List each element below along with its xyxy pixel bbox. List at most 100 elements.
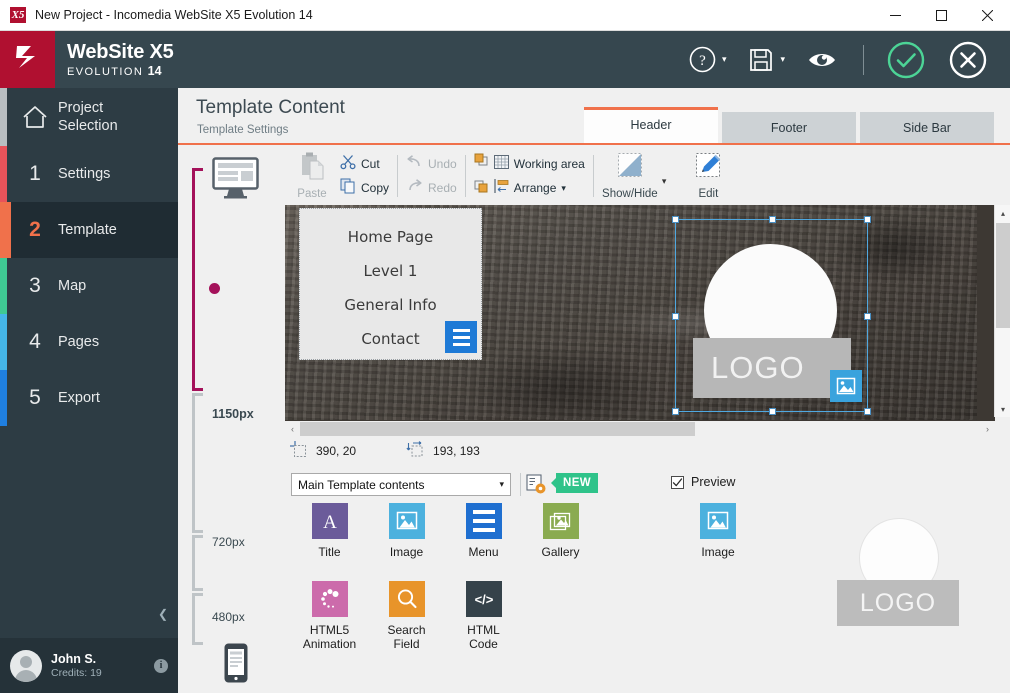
hamburger-menu-icon[interactable] <box>445 321 477 353</box>
widget-menu[interactable]: Menu <box>445 503 522 559</box>
scissors-icon <box>340 154 356 175</box>
canvas-vertical-scrollbar[interactable]: ▴ ▾ <box>994 205 1010 417</box>
undo-button[interactable]: Undo <box>406 155 457 174</box>
sidebar-item-export[interactable]: 5 Export <box>0 370 178 426</box>
breakpoint-handle[interactable] <box>209 283 220 294</box>
step-number: 3 <box>12 274 58 298</box>
paste-button[interactable]: Paste <box>284 152 340 200</box>
cut-button[interactable]: Cut <box>340 155 389 174</box>
maximize-button[interactable] <box>918 0 964 31</box>
menu-item-general-info[interactable]: General Info <box>344 296 436 314</box>
redo-label: Redo <box>428 181 457 195</box>
preview-checkbox[interactable] <box>671 476 684 489</box>
widget-image[interactable]: Image <box>368 503 445 559</box>
send-back-icon[interactable] <box>474 180 491 200</box>
widget-gallery[interactable]: Gallery <box>522 503 599 559</box>
user-credits: Credits: 19 <box>51 667 102 679</box>
confirm-button[interactable] <box>886 40 926 80</box>
arrange-button[interactable]: Arrange ▾ <box>494 179 585 198</box>
scroll-up-button[interactable]: ▴ <box>995 205 1010 221</box>
close-button[interactable] <box>964 0 1010 31</box>
grid-icon <box>494 155 509 174</box>
resize-handle-w[interactable] <box>672 313 679 320</box>
content-settings-icon[interactable] <box>526 474 547 500</box>
close-circle-icon <box>948 40 988 80</box>
info-icon[interactable]: i <box>154 659 168 673</box>
image-icon[interactable] <box>830 370 862 402</box>
collapse-sidebar-button[interactable]: ❮ <box>158 607 168 621</box>
logo-preview-text: LOGO <box>860 589 936 618</box>
user-name: John S. <box>51 652 102 666</box>
copy-button[interactable]: Copy <box>340 179 389 198</box>
widget-title[interactable]: A Title <box>291 503 368 559</box>
half-square-icon <box>615 152 645 185</box>
scroll-right-button[interactable]: › <box>980 421 995 437</box>
tab-header[interactable]: Header <box>584 107 718 143</box>
sidebar-item-template[interactable]: 2 Template <box>0 202 178 258</box>
breakpoint-label-480: 480px <box>212 610 245 624</box>
menu-item-home-page[interactable]: Home Page <box>348 228 433 246</box>
user-account-bar[interactable]: John S. Credits: 19 i <box>0 638 178 693</box>
step-number: 1 <box>12 162 58 186</box>
horizontal-scroll-thumb[interactable] <box>300 422 695 436</box>
sidebar-item-label: Project Selection <box>58 99 118 135</box>
resize-handle-se[interactable] <box>864 408 871 415</box>
step-number: 5 <box>12 386 58 410</box>
redo-button[interactable]: Redo <box>406 179 457 198</box>
bring-front-icon[interactable] <box>474 153 491 173</box>
preview-button[interactable] <box>807 49 837 71</box>
show-hide-button[interactable]: Show/Hide <box>602 152 658 200</box>
svg-text:</>: </> <box>474 592 493 607</box>
navigation-sidebar: Project Selection 1 Settings 2 Template … <box>0 88 178 693</box>
sidebar-item-pages[interactable]: 4 Pages <box>0 314 178 370</box>
scroll-left-button[interactable]: ‹ <box>285 421 300 437</box>
canvas-horizontal-scrollbar[interactable]: ‹ › <box>285 421 995 437</box>
sidebar-item-settings[interactable]: 1 Settings <box>0 146 178 202</box>
template-canvas[interactable]: Home Page Level 1 General Info Contact L… <box>285 205 995 435</box>
tab-footer[interactable]: Footer <box>722 112 856 143</box>
responsive-ruler: 1150px 720px 480px <box>178 145 276 693</box>
edit-button[interactable]: Edit <box>680 152 736 200</box>
logo-widget-selection[interactable]: LOGO <box>675 219 868 412</box>
monitor-icon[interactable] <box>212 157 259 204</box>
contents-dropdown[interactable]: Main Template contents ▾ <box>291 473 511 496</box>
widget-html5-animation[interactable]: HTML5 Animation <box>291 581 368 651</box>
copy-label: Copy <box>361 181 389 195</box>
sidebar-item-map[interactable]: 3 Map <box>0 258 178 314</box>
active-accent-tab <box>3 202 11 258</box>
chevron-down-icon: ▾ <box>561 183 566 194</box>
widget-html-code-label: HTML Code <box>467 623 500 651</box>
label-line-1: Search <box>387 623 425 637</box>
preview-checkbox-row[interactable]: Preview <box>671 475 735 489</box>
help-button[interactable]: ? ▾ <box>689 46 727 73</box>
resize-handle-nw[interactable] <box>672 216 679 223</box>
scroll-down-button[interactable]: ▾ <box>995 401 1010 417</box>
size-readout: 193, 193 <box>406 441 480 461</box>
application-window: X5 New Project - Incomedia WebSite X5 Ev… <box>0 0 1010 693</box>
resize-handle-n[interactable] <box>769 216 776 223</box>
vertical-scroll-thumb[interactable] <box>996 223 1010 328</box>
smartphone-icon[interactable] <box>224 643 248 688</box>
resize-handle-sw[interactable] <box>672 408 679 415</box>
chevron-down-icon[interactable]: ▾ <box>662 176 667 187</box>
widget-title-label: Title <box>318 545 340 559</box>
tab-side-bar[interactable]: Side Bar <box>860 112 994 143</box>
working-area-button[interactable]: Working area <box>494 155 585 174</box>
resize-handle-s[interactable] <box>769 408 776 415</box>
resize-handle-e[interactable] <box>864 313 871 320</box>
cancel-button[interactable] <box>948 40 988 80</box>
widget-search-field[interactable]: Search Field <box>368 581 445 651</box>
minimize-button[interactable] <box>872 0 918 31</box>
sidebar-item-project-selection[interactable]: Project Selection <box>0 88 178 146</box>
save-button[interactable]: ▾ <box>748 47 785 73</box>
page-header: Template Content Template Settings Heade… <box>178 88 1010 145</box>
resize-handle-ne[interactable] <box>864 216 871 223</box>
menu-item-level-1[interactable]: Level 1 <box>364 262 418 280</box>
menu-widget[interactable]: Home Page Level 1 General Info Contact <box>299 208 482 360</box>
copy-icon <box>340 178 356 199</box>
menu-item-contact[interactable]: Contact <box>361 330 419 348</box>
accent-bar <box>0 88 7 146</box>
paste-label: Paste <box>297 188 326 200</box>
widget-html-code[interactable]: </> HTML Code <box>445 581 522 651</box>
step-number: 2 <box>12 218 58 242</box>
